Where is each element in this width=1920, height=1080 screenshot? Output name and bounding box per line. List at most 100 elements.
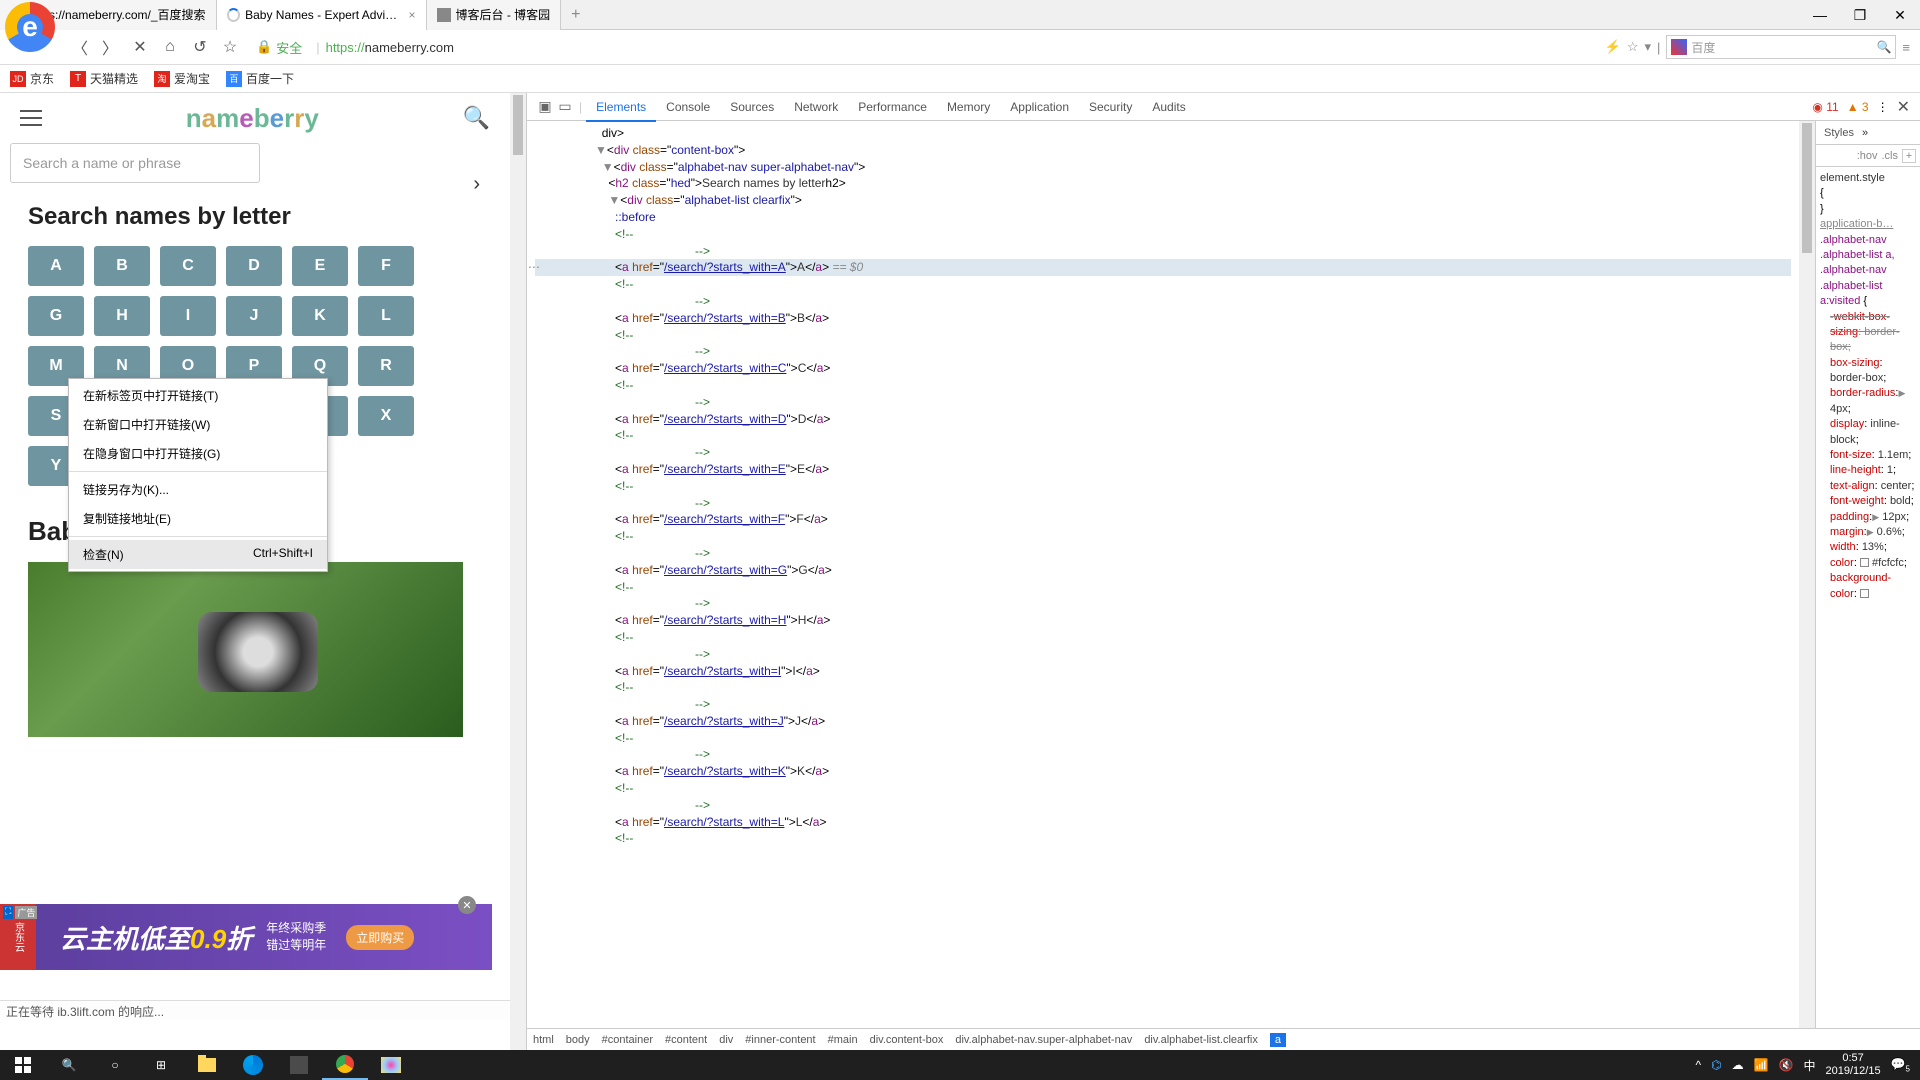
bluetooth-icon[interactable]: ⌬ [1711,1058,1721,1072]
context-menu-item[interactable]: 链接另存为(K)... [69,475,327,504]
letter-e[interactable]: E [292,246,348,286]
hov-toggle[interactable]: :hov [1857,150,1878,162]
volume-icon[interactable]: 🔇 [1779,1058,1794,1072]
letter-g[interactable]: G [28,296,84,336]
devtools-tab-memory[interactable]: Memory [937,94,1000,120]
breadcrumb-item[interactable]: div.alphabet-nav.super-alphabet-nav [955,1034,1132,1046]
browser-tab-2[interactable]: 博客后台 - 博客园 [427,0,562,30]
letter-j[interactable]: J [226,296,282,336]
address-bar[interactable]: 🔒 安全 | https://nameberry.com [250,34,1595,60]
error-badge[interactable]: ◉ 11 [1812,100,1838,114]
breadcrumb-item[interactable]: div [719,1034,733,1046]
cls-toggle[interactable]: .cls [1882,150,1899,162]
close-icon[interactable]: × [408,8,415,22]
bookmark-item[interactable]: 百百度一下 [226,70,294,87]
kebab-icon[interactable]: ⋮ [1877,100,1889,114]
browser-tab-1[interactable]: Baby Names - Expert Advice, × [217,0,427,30]
selected-dom-node[interactable]: ⋯ <a href="/search/?starts_with=A">A</a>… [535,259,1791,276]
context-menu-item[interactable]: 在新窗口中打开链接(W) [69,410,327,439]
letter-l[interactable]: L [358,296,414,336]
context-menu-item[interactable]: 在隐身窗口中打开链接(G) [69,439,327,468]
maximize-icon[interactable]: ❐ [1840,0,1880,30]
ad-banner[interactable]: 京东云 ⛶广告 云主机低至0.9折 年终采购季错过等明年 立即购买 ✕ [0,904,492,970]
breadcrumb-item[interactable]: a [1270,1033,1286,1047]
edge-icon[interactable] [230,1050,276,1080]
styles-body[interactable]: element.style{}application-b….alphabet-n… [1816,167,1920,1028]
close-icon[interactable]: ✕ [1897,97,1910,117]
star-icon[interactable]: ☆ [220,37,240,57]
letter-a[interactable]: A [28,246,84,286]
breadcrumb-item[interactable]: #main [828,1034,858,1046]
devtools-tab-security[interactable]: Security [1079,94,1142,120]
wifi-icon[interactable]: 📶 [1754,1058,1769,1072]
name-search-input[interactable]: Search a name or phrase [10,143,260,183]
devtools-tab-console[interactable]: Console [656,94,720,120]
dom-tree[interactable]: div> ▼<div class="content-box"> ▼<div cl… [527,121,1799,1028]
device-icon[interactable]: ▭ [555,98,575,115]
devtools-tab-network[interactable]: Network [784,94,848,120]
devtools-tab-elements[interactable]: Elements [586,94,656,122]
home-icon[interactable]: ⌂ [160,37,180,57]
clock[interactable]: 0:57 2019/12/15 [1826,1052,1881,1078]
chevron-right-icon[interactable]: › [473,173,480,196]
forward-icon[interactable]: 〉 [100,37,120,57]
bookmark-item[interactable]: 淘爱淘宝 [154,70,210,87]
search-icon[interactable]: 🔍 [463,105,490,131]
ad-cta-button[interactable]: 立即购买 [346,925,414,950]
breadcrumb-item[interactable]: html [533,1034,554,1046]
letter-r[interactable]: R [358,346,414,386]
devtools-tab-sources[interactable]: Sources [720,94,784,120]
back-icon[interactable]: 〈 [70,37,90,57]
chrome-icon[interactable] [322,1050,368,1080]
breadcrumb-item[interactable]: div.alphabet-list.clearfix [1144,1034,1258,1046]
letter-c[interactable]: C [160,246,216,286]
explorer-icon[interactable] [184,1050,230,1080]
close-icon[interactable]: ✕ [1880,0,1920,30]
site-logo[interactable]: nameberry [186,103,319,134]
browser-search-input[interactable]: 百度 🔍 [1666,35,1896,59]
overflow-icon[interactable]: » [1862,127,1868,139]
devtools-tab-application[interactable]: Application [1000,94,1079,120]
notifications-icon[interactable]: 💬5 [1891,1057,1910,1073]
taskview-icon[interactable]: ⊞ [138,1050,184,1080]
reload-icon[interactable]: ↺ [190,37,210,57]
breadcrumb-item[interactable]: body [566,1034,590,1046]
page-scrollbar[interactable] [510,93,526,1050]
letter-k[interactable]: K [292,296,348,336]
context-menu-item[interactable]: 复制链接地址(E) [69,504,327,533]
sublime-icon[interactable] [276,1050,322,1080]
search-icon[interactable]: 🔍 [1876,40,1891,54]
minimize-icon[interactable]: — [1800,0,1840,30]
hamburger-icon[interactable] [20,110,42,126]
breadcrumb-item[interactable]: #inner-content [745,1034,815,1046]
breadcrumb-item[interactable]: div.content-box [870,1034,944,1046]
breadcrumb-item[interactable]: #content [665,1034,707,1046]
warning-badge[interactable]: ▲ 3 [1847,100,1869,114]
breadcrumb-item[interactable]: #container [602,1034,653,1046]
chevron-down-icon[interactable]: ▾ [1644,39,1651,55]
news-image[interactable] [28,562,463,737]
search-icon[interactable]: 🔍 [46,1050,92,1080]
menu-icon[interactable]: ≡ [1902,40,1910,55]
tab-styles[interactable]: Styles [1822,123,1856,143]
context-menu-item[interactable]: 在新标签页中打开链接(T) [69,381,327,410]
start-icon[interactable] [0,1050,46,1080]
ime-indicator[interactable]: 中 [1804,1057,1816,1074]
bookmark-item[interactable]: JD京东 [10,70,54,87]
add-rule-button[interactable]: + [1902,149,1916,163]
bookmark-item[interactable]: T天猫精选 [70,70,138,87]
ad-close-icon[interactable]: ✕ [458,896,476,914]
letter-d[interactable]: D [226,246,282,286]
new-tab-button[interactable]: + [561,6,590,24]
tray-chevron-icon[interactable]: ^ [1695,1058,1701,1072]
letter-h[interactable]: H [94,296,150,336]
dom-scrollbar[interactable] [1799,121,1815,1028]
inspect-icon[interactable]: ▣ [535,98,555,115]
letter-b[interactable]: B [94,246,150,286]
letter-i[interactable]: I [160,296,216,336]
paint-icon[interactable] [368,1050,414,1080]
bolt-icon[interactable]: ⚡ [1605,39,1621,55]
context-menu-item[interactable]: 检查(N)Ctrl+Shift+I [69,540,327,569]
devtools-tab-performance[interactable]: Performance [848,94,937,120]
letter-x[interactable]: X [358,396,414,436]
